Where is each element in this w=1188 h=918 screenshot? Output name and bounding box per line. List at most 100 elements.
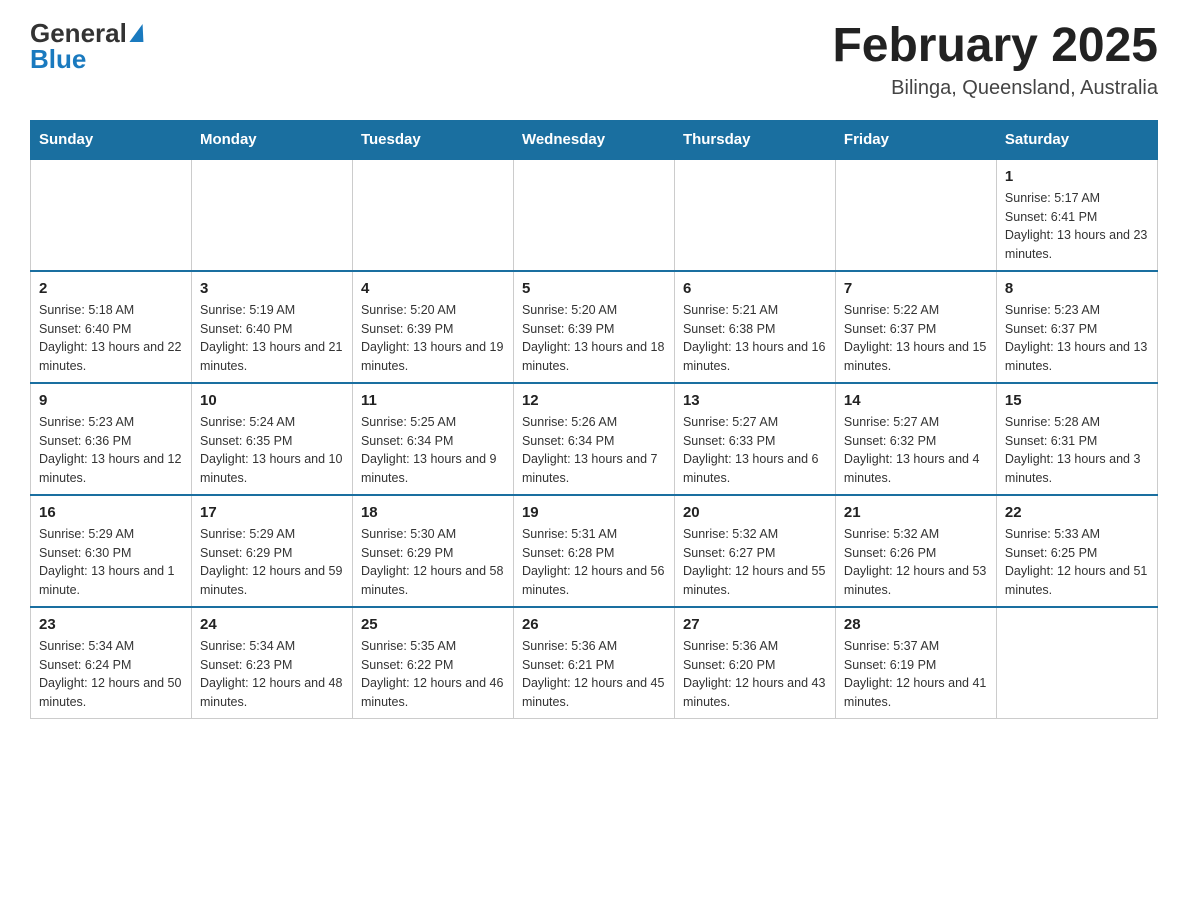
day-info: Sunrise: 5:17 AM Sunset: 6:41 PM Dayligh…	[1005, 189, 1149, 264]
day-info: Sunrise: 5:28 AM Sunset: 6:31 PM Dayligh…	[1005, 413, 1149, 488]
calendar-day-cell	[352, 159, 513, 271]
calendar-week-row: 23 Sunrise: 5:34 AM Sunset: 6:24 PM Dayli…	[31, 607, 1158, 719]
day-number: 10	[200, 392, 344, 409]
day-info: Sunrise: 5:36 AM Sunset: 6:20 PM Dayligh…	[683, 637, 827, 712]
title-area: February 2025 Bilinga, Queensland, Austr…	[832, 20, 1158, 100]
calendar-day-header: Sunday	[31, 120, 192, 159]
day-info: Sunrise: 5:37 AM Sunset: 6:19 PM Dayligh…	[844, 637, 988, 712]
calendar-day-cell: 6 Sunrise: 5:21 AM Sunset: 6:38 PM Daylig…	[674, 271, 835, 383]
day-number: 6	[683, 280, 827, 297]
calendar-day-cell	[674, 159, 835, 271]
day-info: Sunrise: 5:29 AM Sunset: 6:30 PM Dayligh…	[39, 525, 183, 600]
day-number: 23	[39, 616, 183, 633]
day-number: 5	[522, 280, 666, 297]
day-info: Sunrise: 5:21 AM Sunset: 6:38 PM Dayligh…	[683, 301, 827, 376]
logo: General Blue	[30, 20, 145, 72]
calendar-day-cell: 22 Sunrise: 5:33 AM Sunset: 6:25 PM Dayli…	[996, 495, 1157, 607]
calendar-day-cell	[835, 159, 996, 271]
day-number: 28	[844, 616, 988, 633]
day-info: Sunrise: 5:24 AM Sunset: 6:35 PM Dayligh…	[200, 413, 344, 488]
calendar-day-cell: 27 Sunrise: 5:36 AM Sunset: 6:20 PM Dayli…	[674, 607, 835, 719]
calendar-day-cell: 8 Sunrise: 5:23 AM Sunset: 6:37 PM Daylig…	[996, 271, 1157, 383]
day-info: Sunrise: 5:27 AM Sunset: 6:32 PM Dayligh…	[844, 413, 988, 488]
calendar-day-cell: 1 Sunrise: 5:17 AM Sunset: 6:41 PM Daylig…	[996, 159, 1157, 271]
calendar-week-row: 1 Sunrise: 5:17 AM Sunset: 6:41 PM Daylig…	[31, 159, 1158, 271]
day-number: 8	[1005, 280, 1149, 297]
calendar-day-cell: 11 Sunrise: 5:25 AM Sunset: 6:34 PM Dayli…	[352, 383, 513, 495]
day-number: 17	[200, 504, 344, 521]
day-number: 25	[361, 616, 505, 633]
day-info: Sunrise: 5:32 AM Sunset: 6:27 PM Dayligh…	[683, 525, 827, 600]
calendar-day-cell: 23 Sunrise: 5:34 AM Sunset: 6:24 PM Dayli…	[31, 607, 192, 719]
day-info: Sunrise: 5:29 AM Sunset: 6:29 PM Dayligh…	[200, 525, 344, 600]
day-number: 14	[844, 392, 988, 409]
calendar-day-cell: 28 Sunrise: 5:37 AM Sunset: 6:19 PM Dayli…	[835, 607, 996, 719]
calendar-day-header: Saturday	[996, 120, 1157, 159]
calendar-day-cell: 15 Sunrise: 5:28 AM Sunset: 6:31 PM Dayli…	[996, 383, 1157, 495]
day-number: 11	[361, 392, 505, 409]
day-info: Sunrise: 5:26 AM Sunset: 6:34 PM Dayligh…	[522, 413, 666, 488]
day-info: Sunrise: 5:25 AM Sunset: 6:34 PM Dayligh…	[361, 413, 505, 488]
day-number: 22	[1005, 504, 1149, 521]
calendar-day-cell: 7 Sunrise: 5:22 AM Sunset: 6:37 PM Daylig…	[835, 271, 996, 383]
day-info: Sunrise: 5:35 AM Sunset: 6:22 PM Dayligh…	[361, 637, 505, 712]
calendar-day-cell: 3Sunrise: 5:19 AM Sunset: 6:40 PM Daylig…	[191, 271, 352, 383]
day-number: 20	[683, 504, 827, 521]
calendar-day-cell: 21 Sunrise: 5:32 AM Sunset: 6:26 PM Dayli…	[835, 495, 996, 607]
calendar-day-cell: 14 Sunrise: 5:27 AM Sunset: 6:32 PM Dayli…	[835, 383, 996, 495]
day-number: 26	[522, 616, 666, 633]
calendar-day-cell: 12 Sunrise: 5:26 AM Sunset: 6:34 PM Dayli…	[513, 383, 674, 495]
month-title: February 2025	[832, 20, 1158, 73]
day-info: Sunrise: 5:32 AM Sunset: 6:26 PM Dayligh…	[844, 525, 988, 600]
day-number: 16	[39, 504, 183, 521]
day-number: 21	[844, 504, 988, 521]
day-info: Sunrise: 5:34 AM Sunset: 6:23 PM Dayligh…	[200, 637, 344, 712]
calendar-day-header: Friday	[835, 120, 996, 159]
day-info: Sunrise: 5:33 AM Sunset: 6:25 PM Dayligh…	[1005, 525, 1149, 600]
calendar-table: SundayMondayTuesdayWednesdayThursdayFrid…	[30, 120, 1158, 719]
location-subtitle: Bilinga, Queensland, Australia	[832, 77, 1158, 100]
day-info: Sunrise: 5:22 AM Sunset: 6:37 PM Dayligh…	[844, 301, 988, 376]
calendar-day-cell: 16 Sunrise: 5:29 AM Sunset: 6:30 PM Dayli…	[31, 495, 192, 607]
calendar-day-cell: 24 Sunrise: 5:34 AM Sunset: 6:23 PM Dayli…	[191, 607, 352, 719]
day-number: 12	[522, 392, 666, 409]
calendar-week-row: 9 Sunrise: 5:23 AM Sunset: 6:36 PM Daylig…	[31, 383, 1158, 495]
day-info: Sunrise: 5:20 AM Sunset: 6:39 PM Dayligh…	[361, 301, 505, 376]
calendar-day-cell	[996, 607, 1157, 719]
calendar-day-header: Monday	[191, 120, 352, 159]
day-info: Sunrise: 5:23 AM Sunset: 6:37 PM Dayligh…	[1005, 301, 1149, 376]
day-info: Sunrise: 5:34 AM Sunset: 6:24 PM Dayligh…	[39, 637, 183, 712]
page-header: General Blue February 2025 Bilinga, Quee…	[30, 20, 1158, 100]
calendar-day-cell: 5Sunrise: 5:20 AM Sunset: 6:39 PM Daylig…	[513, 271, 674, 383]
calendar-day-cell: 2 Sunrise: 5:18 AM Sunset: 6:40 PM Daylig…	[31, 271, 192, 383]
calendar-day-header: Tuesday	[352, 120, 513, 159]
calendar-day-cell: 4Sunrise: 5:20 AM Sunset: 6:39 PM Daylig…	[352, 271, 513, 383]
day-number: 13	[683, 392, 827, 409]
day-info: Sunrise: 5:18 AM Sunset: 6:40 PM Dayligh…	[39, 301, 183, 376]
day-number: 2	[39, 280, 183, 297]
calendar-day-header: Wednesday	[513, 120, 674, 159]
day-number: 24	[200, 616, 344, 633]
day-info: Sunrise: 5:23 AM Sunset: 6:36 PM Dayligh…	[39, 413, 183, 488]
calendar-day-cell: 10 Sunrise: 5:24 AM Sunset: 6:35 PM Dayli…	[191, 383, 352, 495]
day-info: Sunrise: 5:19 AM Sunset: 6:40 PM Dayligh…	[200, 301, 344, 376]
day-number: 1	[1005, 168, 1149, 185]
day-number: 9	[39, 392, 183, 409]
calendar-day-cell	[191, 159, 352, 271]
logo-general-text: General	[30, 20, 127, 46]
day-number: 7	[844, 280, 988, 297]
day-info: Sunrise: 5:27 AM Sunset: 6:33 PM Dayligh…	[683, 413, 827, 488]
day-info: Sunrise: 5:36 AM Sunset: 6:21 PM Dayligh…	[522, 637, 666, 712]
day-info: Sunrise: 5:30 AM Sunset: 6:29 PM Dayligh…	[361, 525, 505, 600]
calendar-day-cell: 9 Sunrise: 5:23 AM Sunset: 6:36 PM Daylig…	[31, 383, 192, 495]
day-number: 19	[522, 504, 666, 521]
calendar-day-cell: 19Sunrise: 5:31 AM Sunset: 6:28 PM Dayli…	[513, 495, 674, 607]
calendar-week-row: 16 Sunrise: 5:29 AM Sunset: 6:30 PM Dayli…	[31, 495, 1158, 607]
calendar-day-cell: 13 Sunrise: 5:27 AM Sunset: 6:33 PM Dayli…	[674, 383, 835, 495]
day-number: 27	[683, 616, 827, 633]
calendar-header-row: SundayMondayTuesdayWednesdayThursdayFrid…	[31, 120, 1158, 159]
calendar-day-cell: 25 Sunrise: 5:35 AM Sunset: 6:22 PM Dayli…	[352, 607, 513, 719]
day-number: 15	[1005, 392, 1149, 409]
calendar-day-cell	[31, 159, 192, 271]
calendar-day-cell	[513, 159, 674, 271]
